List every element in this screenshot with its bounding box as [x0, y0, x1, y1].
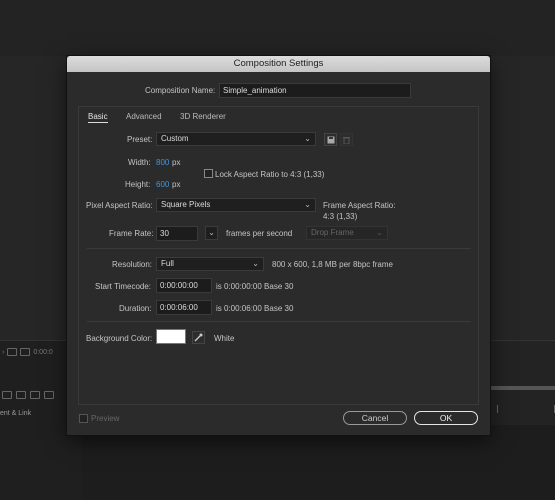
- dialog-title[interactable]: Composition Settings: [67, 56, 490, 72]
- resolution-select[interactable]: Full ⌄: [156, 257, 264, 271]
- start-timecode-label: Start Timecode:: [95, 282, 152, 291]
- pixel-aspect-select[interactable]: Square Pixels ⌄: [156, 198, 316, 212]
- width-unit: px: [172, 158, 181, 167]
- timeline-work-area-bar[interactable]: [490, 386, 555, 390]
- save-preset-icon: [327, 136, 334, 143]
- stack-icon[interactable]: [16, 391, 26, 399]
- resolution-label: Resolution:: [112, 260, 153, 269]
- preview-label: Preview: [91, 414, 120, 423]
- chevron-down-icon: ⌄: [252, 259, 259, 268]
- chevron-down-icon: ⌄: [376, 228, 383, 237]
- composition-settings-dialog: Composition Settings Composition Name: S…: [67, 56, 490, 435]
- chevron-down-icon: ⌄: [208, 228, 215, 237]
- duration-info: is 0:00:06:00 Base 30: [216, 304, 294, 313]
- trash-icon: [343, 136, 350, 144]
- grid-icon[interactable]: [20, 348, 31, 356]
- drop-frame-select: Drop Frame ⌄: [306, 226, 388, 240]
- comp-icon[interactable]: [7, 348, 18, 356]
- start-timecode-info: is 0:00:00:00 Base 30: [216, 282, 294, 291]
- app-background-top: [0, 0, 555, 56]
- preset-value: Custom: [161, 134, 189, 143]
- lock-aspect-label: Lock Aspect Ratio to 4:3 (1,33): [215, 170, 325, 179]
- height-label: Height:: [125, 180, 151, 189]
- width-label: Width:: [128, 158, 151, 167]
- divider: [87, 248, 471, 249]
- tab-basic[interactable]: Basic: [88, 112, 108, 123]
- panel-label: ent & Link: [0, 410, 32, 417]
- chevron-down-icon: ⌄: [304, 134, 311, 143]
- pixel-aspect-label: Pixel Aspect Ratio:: [86, 201, 153, 210]
- frame-aspect-label: Frame Aspect Ratio:: [323, 201, 396, 210]
- layer-icon[interactable]: [2, 391, 12, 399]
- render-icon[interactable]: [44, 391, 54, 399]
- eyedropper-icon: [194, 333, 203, 342]
- resolution-info: 800 x 600, 1,8 MB per 8bpc frame: [272, 260, 393, 269]
- frame-aspect-value: 4:3 (1,33): [323, 212, 358, 221]
- width-value[interactable]: 800: [156, 158, 169, 167]
- preview-checkbox[interactable]: [79, 414, 88, 423]
- resolution-value: Full: [161, 259, 174, 268]
- link-icon[interactable]: [30, 391, 40, 399]
- settings-panel: Basic Advanced 3D Renderer Preset: Custo…: [78, 106, 479, 405]
- height-unit: px: [172, 180, 181, 189]
- drop-frame-value: Drop Frame: [311, 228, 354, 237]
- divider: [87, 321, 471, 322]
- background-color-swatch[interactable]: [156, 329, 186, 344]
- chevron-down-icon: ⌄: [304, 200, 311, 209]
- tab-3d-renderer[interactable]: 3D Renderer: [180, 112, 226, 121]
- composition-name-label: Composition Name:: [145, 86, 216, 95]
- composition-name-field[interactable]: Simple_animation: [219, 83, 411, 98]
- duration-label: Duration:: [119, 304, 152, 313]
- start-timecode-field[interactable]: 0:00:00:00: [156, 278, 212, 293]
- preset-label: Preset:: [127, 135, 153, 144]
- save-preset-button[interactable]: [324, 133, 337, 146]
- timeline-panel: [82, 425, 555, 500]
- chevron-icon[interactable]: ›: [2, 349, 4, 356]
- frame-rate-field[interactable]: 30: [156, 226, 198, 241]
- tab-advanced[interactable]: Advanced: [126, 112, 162, 121]
- frame-rate-dropdown[interactable]: ⌄: [205, 226, 218, 240]
- frame-rate-unit: frames per second: [226, 229, 293, 238]
- pixel-aspect-value: Square Pixels: [161, 200, 211, 209]
- timeline-ruler: [497, 405, 555, 413]
- lock-aspect-checkbox[interactable]: [204, 169, 213, 178]
- timecode-fragment: 0:00:0: [33, 348, 53, 356]
- cancel-button[interactable]: Cancel: [343, 411, 407, 425]
- height-value[interactable]: 600: [156, 180, 169, 189]
- ok-button[interactable]: OK: [414, 411, 478, 425]
- eyedropper-button[interactable]: [192, 331, 205, 344]
- background-color-label: Background Color:: [86, 334, 153, 343]
- duration-field[interactable]: 0:00:06:00: [156, 300, 212, 315]
- delete-preset-button[interactable]: [340, 133, 353, 146]
- preset-select[interactable]: Custom ⌄: [156, 132, 316, 146]
- frame-rate-label: Frame Rate:: [109, 229, 154, 238]
- background-color-name: White: [214, 334, 235, 343]
